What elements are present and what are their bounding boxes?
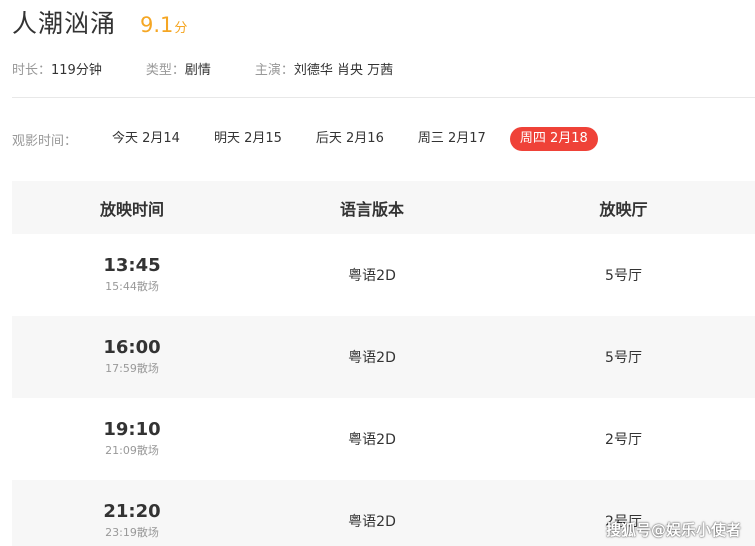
date-label: 观影时间：: [12, 133, 78, 149]
date-selector: 观影时间： 今天 2月14 明天 2月15 后天 2月16 周三 2月17 周四…: [12, 126, 612, 152]
showtime-cell: 19:10 21:09散场: [12, 419, 252, 459]
end-time: 15:44散场: [105, 280, 159, 293]
showtime-cell: 21:20 23:19散场: [12, 501, 252, 541]
table-row[interactable]: 13:45 15:44散场 粤语2D 5号厅: [12, 234, 755, 316]
movie-score-unit: 分: [174, 21, 188, 36]
start-time: 16:00: [103, 337, 161, 358]
start-time: 21:20: [103, 501, 161, 522]
header-showtime: 放映时间: [99, 199, 164, 219]
date-tab-tomorrow[interactable]: 明天 2月15: [204, 127, 292, 151]
date-tab-day-after[interactable]: 后天 2月16: [306, 127, 394, 151]
genre-value: 剧情: [184, 62, 211, 78]
date-tab-thursday[interactable]: 周四 2月18: [509, 127, 598, 151]
language-cell: 粤语2D: [348, 350, 396, 366]
genre-info: 类型： 剧情: [146, 59, 211, 78]
date-tab-today[interactable]: 今天 2月14: [102, 127, 190, 151]
duration-label: 时长：: [12, 62, 52, 78]
movie-info: 时长： 119分钟 类型： 剧情 主演： 刘德华 肖央 万茜: [12, 58, 393, 78]
movie-score: 9.1: [140, 13, 174, 37]
table-row[interactable]: 19:10 21:09散场 粤语2D 2号厅: [12, 398, 755, 480]
language-cell: 粤语2D: [348, 268, 396, 284]
table-header: 放映时间 语言版本 放映厅: [12, 181, 755, 234]
movie-title: 人潮汹涌: [12, 9, 117, 38]
header-divider: [12, 97, 755, 98]
genre-label: 类型：: [145, 62, 185, 78]
language-cell: 粤语2D: [348, 514, 396, 530]
showtimes-page: 人潮汹涌 9.1 分 时长： 119分钟 类型： 剧情 主演： 刘德华 肖央 万…: [0, 0, 755, 546]
hall-cell: 5号厅: [605, 268, 642, 284]
end-time: 23:19散场: [105, 526, 159, 539]
end-time: 21:09散场: [105, 444, 159, 457]
showtime-cell: 16:00 17:59散场: [12, 337, 252, 377]
table-row[interactable]: 16:00 17:59散场 粤语2D 5号厅: [12, 316, 755, 398]
hall-cell: 2号厅: [605, 432, 642, 448]
showtimes-table: 放映时间 语言版本 放映厅 13:45 15:44散场 粤语2D 5号厅 16:…: [12, 181, 755, 546]
cast-info: 主演： 刘德华 肖央 万茜: [255, 59, 393, 78]
duration-value: 119分钟: [51, 62, 102, 78]
cast-label: 主演：: [254, 62, 294, 78]
header-language: 语言版本: [339, 199, 404, 219]
language-cell: 粤语2D: [348, 432, 396, 448]
hall-cell: 5号厅: [605, 350, 642, 366]
movie-header: 人潮汹涌 9.1 分: [12, 4, 187, 40]
start-time: 13:45: [103, 255, 161, 276]
start-time: 19:10: [103, 419, 161, 440]
showtime-cell: 13:45 15:44散场: [12, 255, 252, 295]
watermark: 搜狐号@娱乐小使者: [605, 521, 741, 539]
cast-value: 刘德华 肖央 万茜: [293, 62, 394, 78]
header-hall: 放映厅: [599, 199, 648, 219]
end-time: 17:59散场: [105, 362, 159, 375]
date-tab-wednesday[interactable]: 周三 2月17: [408, 127, 496, 151]
duration-info: 时长： 119分钟: [12, 59, 102, 78]
